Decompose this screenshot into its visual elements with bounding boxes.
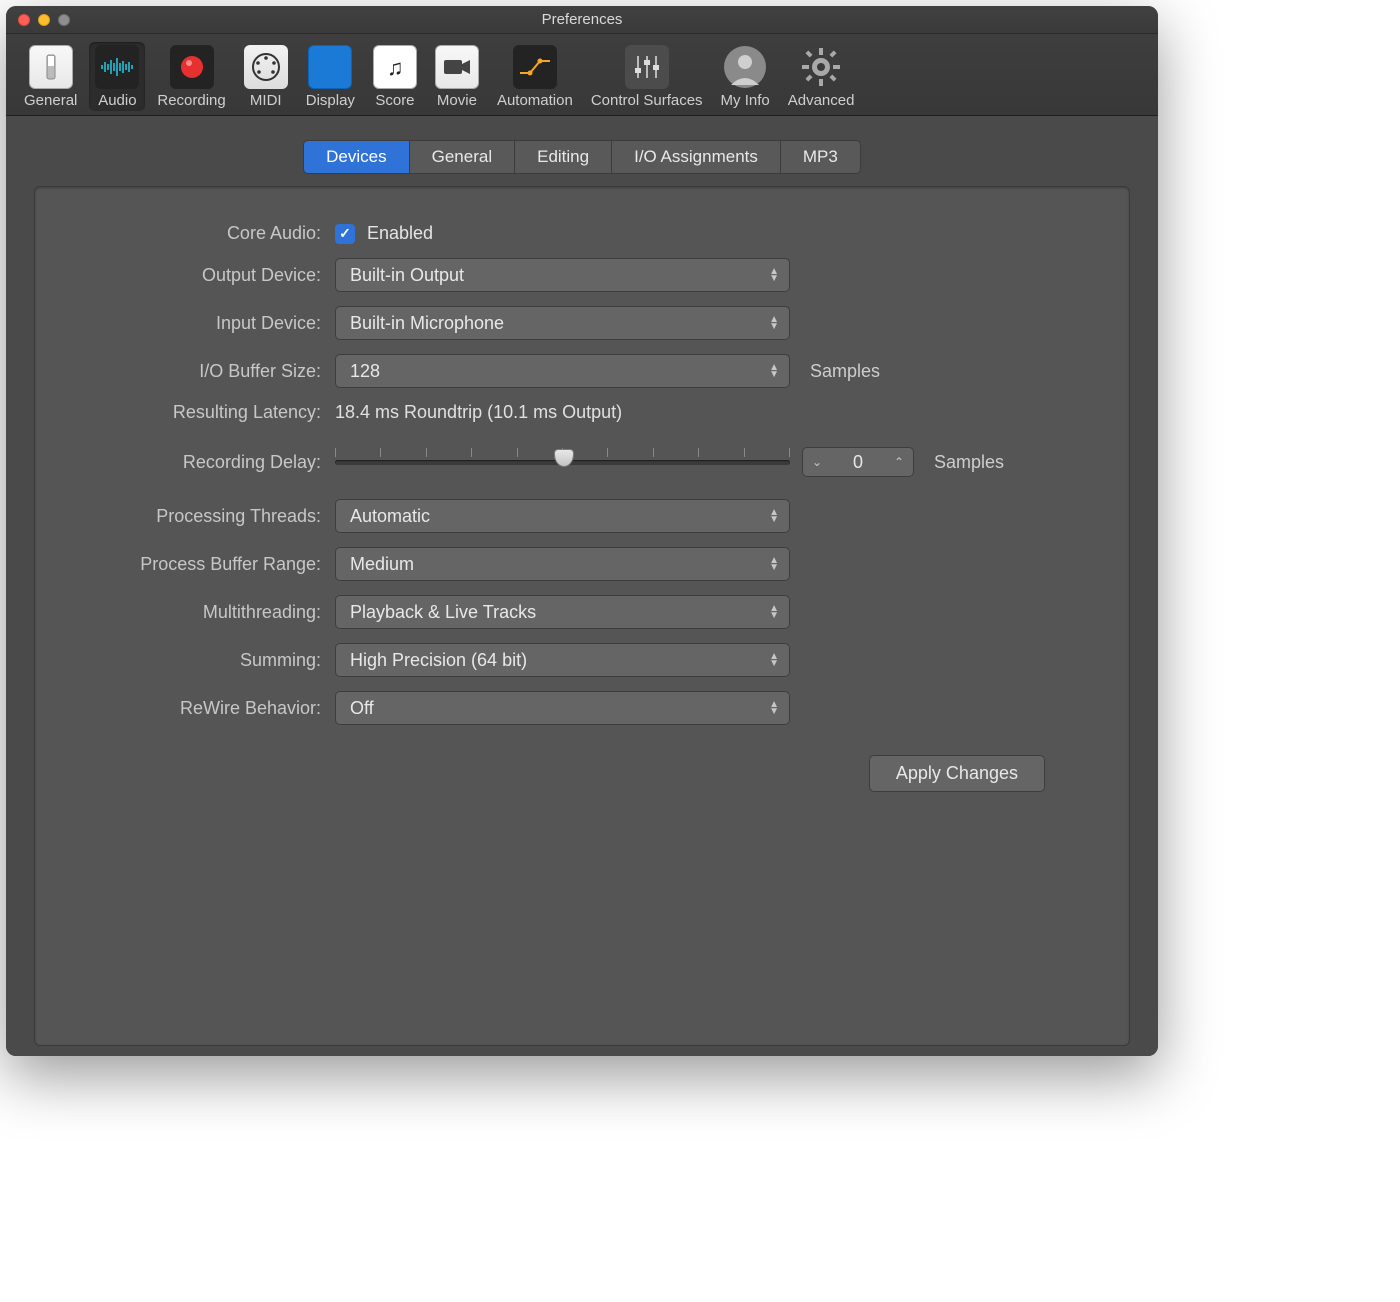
- display-icon: [308, 45, 352, 89]
- io-buffer-suffix: Samples: [810, 361, 880, 382]
- toolbar-label: Recording: [157, 92, 225, 109]
- select-value: Off: [350, 698, 374, 719]
- gear-icon: [799, 45, 843, 89]
- waveform-icon: [95, 45, 139, 89]
- updown-icon: ▲▼: [769, 509, 779, 523]
- updown-icon: ▲▼: [769, 557, 779, 571]
- recording-delay-slider[interactable]: [335, 460, 790, 465]
- subtab-io-assignments[interactable]: I/O Assignments: [611, 140, 780, 174]
- select-value: Built-in Output: [350, 265, 464, 286]
- rewire-select[interactable]: Off ▲▼: [335, 691, 790, 725]
- input-device-label: Input Device:: [75, 313, 335, 334]
- io-buffer-select[interactable]: 128 ▲▼: [335, 354, 790, 388]
- updown-icon: ▲▼: [769, 605, 779, 619]
- preferences-toolbar: General Audio Recording MIDI Display: [6, 34, 1158, 116]
- chevron-down-icon[interactable]: ⌄: [803, 455, 831, 469]
- select-value: Playback & Live Tracks: [350, 602, 536, 623]
- svg-text:♫: ♫: [387, 55, 404, 80]
- close-window-button[interactable]: [18, 14, 30, 26]
- toolbar-audio[interactable]: Audio: [89, 42, 145, 111]
- window-title: Preferences: [6, 11, 1158, 28]
- processing-threads-label: Processing Threads:: [75, 506, 335, 527]
- apply-changes-button[interactable]: Apply Changes: [869, 755, 1045, 792]
- toolbar-advanced[interactable]: Advanced: [782, 42, 861, 111]
- toolbar-automation[interactable]: Automation: [491, 42, 579, 111]
- core-audio-checkbox[interactable]: ✓: [335, 224, 355, 244]
- zoom-window-button[interactable]: [58, 14, 70, 26]
- updown-icon: ▲▼: [769, 653, 779, 667]
- toolbar-label: Audio: [98, 92, 136, 109]
- core-audio-checkbox-label: Enabled: [367, 223, 433, 244]
- multithreading-select[interactable]: Playback & Live Tracks ▲▼: [335, 595, 790, 629]
- select-value: 128: [350, 361, 380, 382]
- devices-panel: Core Audio: ✓ Enabled Output Device: Bui…: [34, 186, 1130, 1046]
- updown-icon: ▲▼: [769, 701, 779, 715]
- rewire-label: ReWire Behavior:: [75, 698, 335, 719]
- toolbar-movie[interactable]: Movie: [429, 42, 485, 111]
- camera-icon: [435, 45, 479, 89]
- titlebar: Preferences: [6, 6, 1158, 34]
- person-icon: [723, 45, 767, 89]
- subtab-mp3[interactable]: MP3: [780, 140, 861, 174]
- recording-delay-stepper[interactable]: ⌄ 0 ⌃: [802, 447, 914, 477]
- toolbar-label: Score: [375, 92, 414, 109]
- latency-value: 18.4 ms Roundtrip (10.1 ms Output): [335, 402, 622, 423]
- summing-label: Summing:: [75, 650, 335, 671]
- chevron-up-icon[interactable]: ⌃: [885, 455, 913, 469]
- toolbar-label: Movie: [437, 92, 477, 109]
- recording-delay-label: Recording Delay:: [75, 452, 335, 473]
- select-value: Medium: [350, 554, 414, 575]
- preferences-window: Preferences General Audio Recording MID: [6, 6, 1158, 1056]
- select-value: Built-in Microphone: [350, 313, 504, 334]
- content-area: Devices General Editing I/O Assignments …: [6, 116, 1158, 1056]
- toolbar-label: My Info: [721, 92, 770, 109]
- io-buffer-label: I/O Buffer Size:: [75, 361, 335, 382]
- latency-label: Resulting Latency:: [75, 402, 335, 423]
- toolbar-display[interactable]: Display: [300, 42, 361, 111]
- subtab-editing[interactable]: Editing: [514, 140, 611, 174]
- updown-icon: ▲▼: [769, 316, 779, 330]
- toolbar-label: MIDI: [250, 92, 282, 109]
- record-icon: [170, 45, 214, 89]
- toolbar-score[interactable]: ♫ Score: [367, 42, 423, 111]
- process-buffer-range-label: Process Buffer Range:: [75, 554, 335, 575]
- toolbar-label: Automation: [497, 92, 573, 109]
- toolbar-recording[interactable]: Recording: [151, 42, 231, 111]
- input-device-select[interactable]: Built-in Microphone ▲▼: [335, 306, 790, 340]
- midi-plug-icon: [244, 45, 288, 89]
- minimize-window-button[interactable]: [38, 14, 50, 26]
- toolbar-label: Display: [306, 92, 355, 109]
- toolbar-general[interactable]: General: [18, 42, 83, 111]
- toolbar-label: General: [24, 92, 77, 109]
- toolbar-my-info[interactable]: My Info: [715, 42, 776, 111]
- faders-icon: [625, 45, 669, 89]
- stepper-value: 0: [853, 452, 863, 473]
- automation-icon: [513, 45, 557, 89]
- output-device-label: Output Device:: [75, 265, 335, 286]
- music-note-icon: ♫: [373, 45, 417, 89]
- core-audio-label: Core Audio:: [75, 223, 335, 244]
- select-value: Automatic: [350, 506, 430, 527]
- switch-icon: [29, 45, 73, 89]
- subtab-devices[interactable]: Devices: [303, 140, 408, 174]
- toolbar-label: Control Surfaces: [591, 92, 703, 109]
- multithreading-label: Multithreading:: [75, 602, 335, 623]
- output-device-select[interactable]: Built-in Output ▲▼: [335, 258, 790, 292]
- toolbar-control-surfaces[interactable]: Control Surfaces: [585, 42, 709, 111]
- processing-threads-select[interactable]: Automatic ▲▼: [335, 499, 790, 533]
- sub-tab-bar: Devices General Editing I/O Assignments …: [34, 140, 1130, 174]
- updown-icon: ▲▼: [769, 364, 779, 378]
- select-value: High Precision (64 bit): [350, 650, 527, 671]
- recording-delay-suffix: Samples: [934, 452, 1004, 473]
- process-buffer-range-select[interactable]: Medium ▲▼: [335, 547, 790, 581]
- summing-select[interactable]: High Precision (64 bit) ▲▼: [335, 643, 790, 677]
- toolbar-label: Advanced: [788, 92, 855, 109]
- updown-icon: ▲▼: [769, 268, 779, 282]
- subtab-general[interactable]: General: [409, 140, 514, 174]
- toolbar-midi[interactable]: MIDI: [238, 42, 294, 111]
